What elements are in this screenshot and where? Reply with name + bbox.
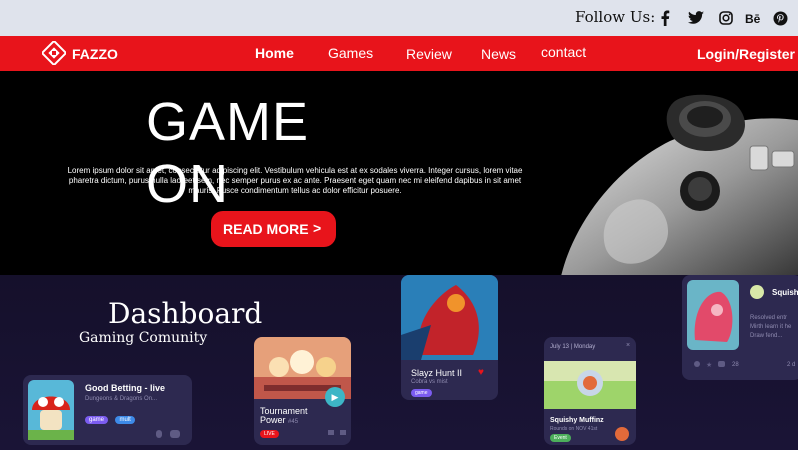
- tournament-card[interactable]: ▶ Tournament Power #45 LIVE: [254, 337, 351, 445]
- login-register-link[interactable]: Login/Register: [697, 46, 795, 62]
- avatar: [615, 427, 629, 441]
- wifi-icon: [328, 430, 334, 435]
- squishy-subtitle: Rounds on NOV 41st: [550, 426, 598, 432]
- dashboard-section: Dashboard Gaming Comunity Good Betting -…: [0, 275, 798, 450]
- signal-icon: [340, 430, 346, 435]
- slayz-tag[interactable]: game: [411, 389, 432, 397]
- squishy-title: Squishy Muffinz: [550, 417, 604, 424]
- follow-bar: Follow Us: Bē: [0, 0, 798, 36]
- chevron-right-icon: >: [313, 220, 322, 236]
- squishy-date: July 13 | Monday: [550, 344, 596, 350]
- close-icon[interactable]: ×: [626, 342, 630, 349]
- nav-news[interactable]: News: [481, 46, 516, 62]
- svg-text:Bē: Bē: [745, 12, 761, 24]
- heart-icon[interactable]: ♥: [478, 367, 484, 378]
- slayz-thumbnail: [401, 275, 498, 360]
- betting-tag-game[interactable]: game: [85, 416, 109, 424]
- nav-review[interactable]: Review: [406, 46, 452, 62]
- squish-avatar: [750, 285, 764, 299]
- squishy-tag[interactable]: Event: [550, 434, 571, 442]
- squishy-card[interactable]: July 13 | Monday × Squishy Muffinz Round…: [544, 337, 636, 445]
- dashboard-title: Dashboard: [108, 297, 263, 330]
- betting-tag-mult[interactable]: mult: [115, 416, 135, 424]
- slayz-subtitle: Cobra vs mist: [411, 379, 448, 385]
- mushroom-thumbnail: [28, 380, 74, 440]
- comment-icon[interactable]: [718, 361, 725, 367]
- read-more-label: READ MORE: [223, 221, 309, 237]
- main-navbar: FAZZO Home Games Review News contact Log…: [0, 36, 798, 71]
- brand-name[interactable]: FAZZO: [72, 46, 118, 62]
- tournament-title: Tournament Power #45: [260, 406, 308, 426]
- squish-card[interactable]: Squish Resolved entr Mirth learn it he D…: [682, 275, 798, 380]
- squish-line-3: Draw fend...: [750, 333, 783, 339]
- live-badge: LIVE: [260, 430, 279, 438]
- read-more-button[interactable]: READ MORE >: [211, 211, 336, 247]
- users-icon: [170, 430, 180, 438]
- squish-title: Squish: [772, 288, 798, 297]
- follow-us-label: Follow Us:: [575, 8, 656, 26]
- behance-icon[interactable]: Bē: [744, 9, 762, 27]
- slayz-hunt-card[interactable]: Slayz Hunt II Cobra vs mist ♥ game: [401, 275, 498, 400]
- mic-icon: [694, 361, 700, 367]
- pinterest-icon[interactable]: [771, 9, 789, 27]
- instagram-icon[interactable]: [717, 9, 735, 27]
- hero-title: GAME ON: [146, 92, 310, 214]
- squish-extra: 2 d: [787, 362, 796, 368]
- squish-line-2: Mirth learn it he: [750, 324, 792, 330]
- nav-home[interactable]: Home: [255, 45, 294, 61]
- squish-line-1: Resolved entr: [750, 315, 788, 321]
- slayz-title: Slayz Hunt II: [411, 368, 463, 378]
- dashboard-subtitle: Gaming Comunity: [79, 330, 208, 346]
- betting-title: Good Betting - live: [85, 383, 165, 393]
- twitter-icon[interactable]: [687, 9, 705, 27]
- star-icon[interactable]: ★: [706, 361, 712, 369]
- nav-contact[interactable]: contact: [541, 44, 586, 60]
- betting-subtitle: Dungeons & Dragons On...: [85, 396, 158, 402]
- squish-thumbnail: [687, 280, 739, 350]
- betting-card[interactable]: Good Betting - live Dungeons & Dragons O…: [23, 375, 192, 445]
- logo-icon[interactable]: [42, 41, 66, 65]
- mic-icon: [156, 430, 162, 438]
- tournament-number: #45: [288, 419, 299, 425]
- facebook-icon[interactable]: [656, 9, 674, 27]
- game-controller-image: [561, 94, 798, 275]
- nav-games[interactable]: Games: [328, 45, 373, 61]
- hero-banner: GAME ON Lorem ipsum dolor sit amet, cons…: [0, 71, 798, 275]
- hero-body-text: Lorem ipsum dolor sit amet, consectetur …: [67, 166, 523, 195]
- squishy-thumbnail: [544, 361, 636, 409]
- squish-count: 28: [732, 362, 739, 368]
- play-icon[interactable]: ▶: [325, 387, 345, 407]
